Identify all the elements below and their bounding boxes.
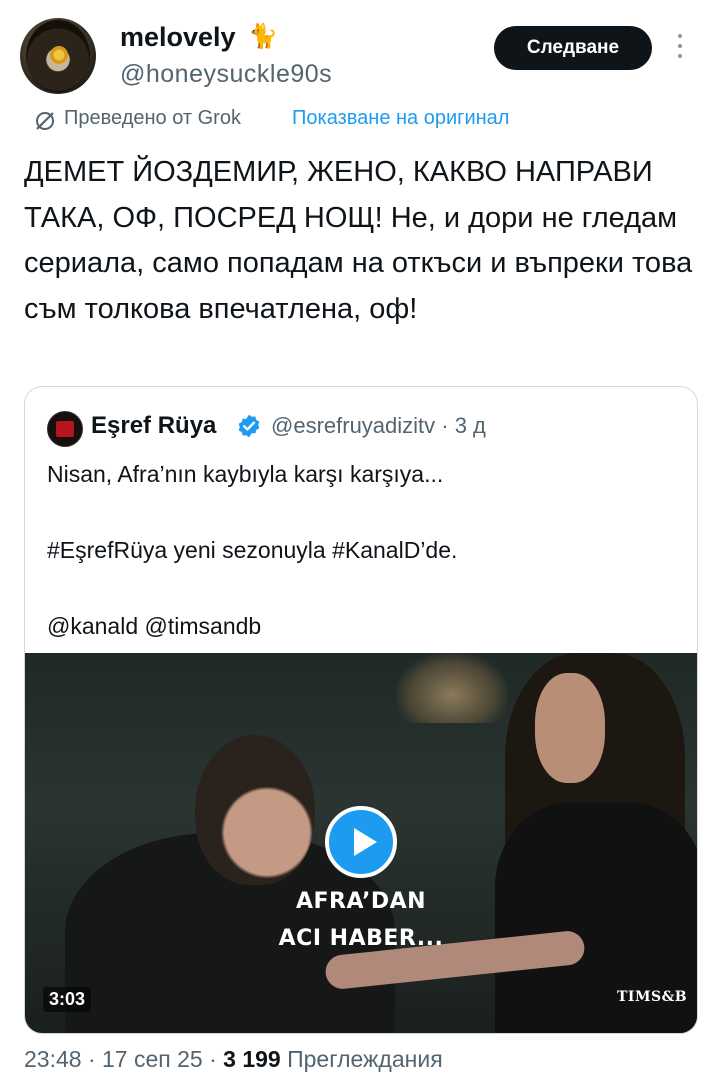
- show-original-link[interactable]: Показване на оригинал: [292, 107, 509, 130]
- verified-badge-icon: [238, 414, 260, 438]
- tweet-text: ДЕМЕТ ЙОЗДЕМИР, ЖЕНО, КАКВО НАПРАВИ ТАКА…: [24, 156, 701, 325]
- grok-icon: [36, 112, 54, 130]
- cat-emoji: 🐈: [248, 23, 278, 50]
- video-caption: AFRA’DAN ACI HABER...: [261, 883, 461, 957]
- video-caption-line1: AFRA’DAN: [295, 889, 427, 914]
- video-duration: 3:03: [43, 987, 92, 1012]
- views-label: Преглеждания: [287, 1046, 443, 1072]
- translated-by-label: Преведено от Grok: [64, 107, 241, 129]
- more-options-icon[interactable]: [674, 34, 686, 64]
- views-count: 3 199: [223, 1046, 281, 1072]
- video-player[interactable]: AFRA’DAN ACI HABER... 3:03 TIMS&B: [25, 653, 697, 1033]
- video-caption-line2: ACI HABER...: [278, 926, 444, 951]
- play-icon[interactable]: [325, 806, 397, 878]
- quoted-avatar[interactable]: [47, 411, 83, 447]
- timestamp[interactable]: 23:48 · 17 сеп 25 ·: [24, 1046, 217, 1072]
- timsb-logo: TIMS&B: [617, 989, 688, 1005]
- quoted-text: Nisan, Afra’nın kaybıyla karşı karşıya..…: [47, 461, 458, 639]
- author-display-name[interactable]: melovely: [120, 22, 236, 53]
- quoted-tweet-card[interactable]: Eşref Rüya @esrefruyadizitv · 3 д Nisan,…: [24, 386, 698, 1034]
- tweet-meta: 23:48 · 17 сеп 25 · 3 199 Преглеждания: [24, 1046, 443, 1073]
- quoted-display-name[interactable]: Eşref Rüya: [91, 412, 216, 440]
- follow-button[interactable]: Следване: [494, 26, 652, 70]
- quoted-handle-time[interactable]: @esrefruyadizitv · 3 д: [271, 413, 486, 439]
- author-avatar[interactable]: [20, 18, 96, 94]
- author-handle[interactable]: @honeysuckle90s: [120, 60, 332, 89]
